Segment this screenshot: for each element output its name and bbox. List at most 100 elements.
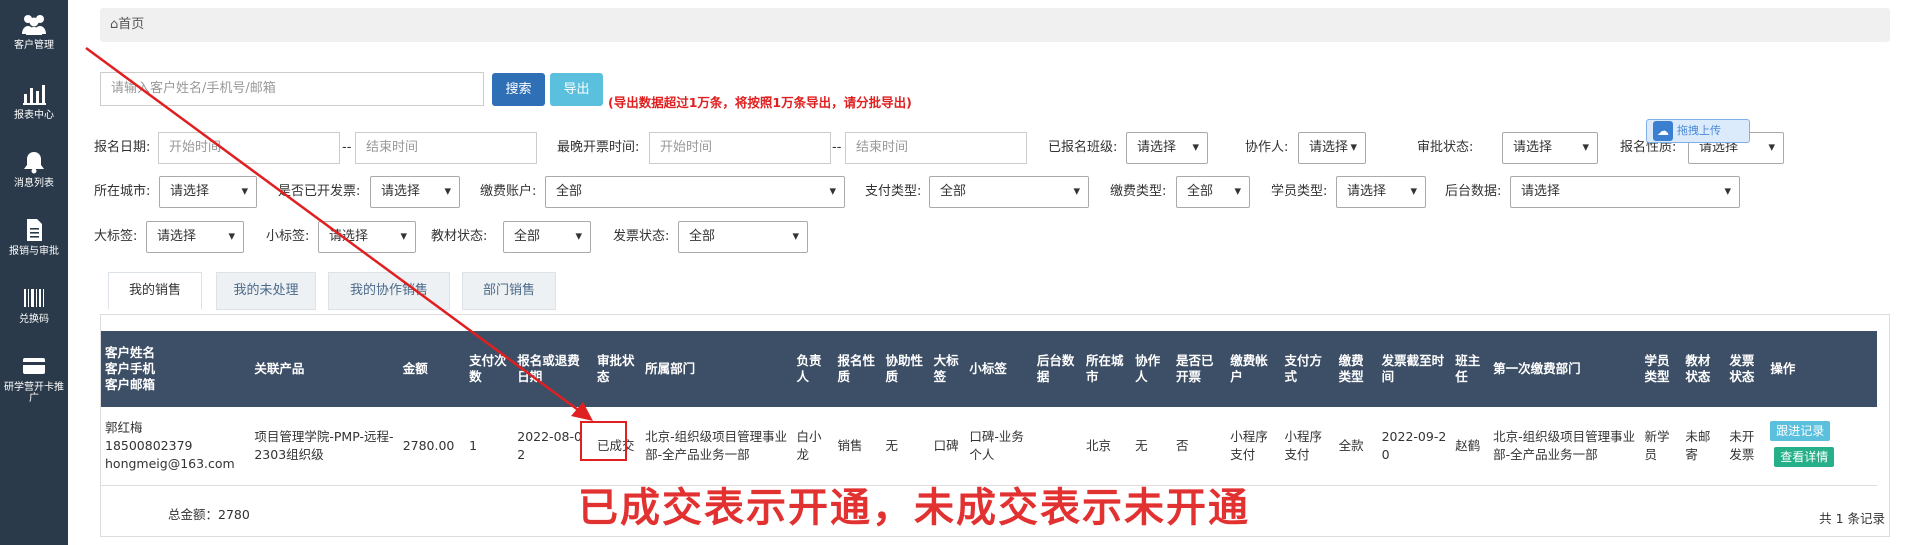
search-button[interactable]: 搜索 [492,73,545,106]
cell-backend [1033,407,1082,485]
material-status-label: 教材状态: [431,229,488,244]
record-count: 共 1 条记录 [1819,511,1885,526]
breadcrumb-home[interactable]: 首页 [118,17,144,32]
nav-label: 报销与审批 [9,246,59,257]
fee-type-select[interactable]: 全部 [1176,176,1250,208]
th-signup-nature: 报名性质 [837,353,875,384]
table-row: 郭红梅 18500802379 hongmeig@163.com 项目管理学院-… [101,407,1877,485]
signed-class-select[interactable]: 请选择 [1126,132,1208,164]
cell-student-type: 新学员 [1644,428,1670,462]
th-customer: 客户姓名 客户手机 客户邮箱 [105,345,156,392]
follow-record-button[interactable]: 跟进记录 [1770,420,1831,441]
tab-dept-sales[interactable]: 部门销售 [462,272,556,310]
cell-account: 小程序支付 [1230,428,1268,462]
cell-signup-nature: 销售 [837,437,863,453]
payment-type-select[interactable]: 全部 [929,176,1089,208]
cell-fee-type: 全款 [1338,437,1364,453]
cell-amount: 2780.00 [402,437,455,453]
th-amount: 金额 [402,361,428,376]
th-invoiced: 是否已开票 [1176,353,1214,384]
cell-customer: 郭红梅 18500802379 hongmeig@163.com [105,419,235,471]
student-type-label: 学员类型: [1271,184,1328,199]
cell-assist-nature: 无 [885,437,899,453]
th-small-tag: 小标签 [969,361,1007,376]
upload-label: 拖拽上传 [1677,124,1721,137]
range-dash: -- [342,140,352,155]
invoice-status-select[interactable]: 全部 [678,221,808,253]
sidebar: 客户管理 报表中心 消息列表 报销与审批 兑换码 研学营开卡推广 [0,0,68,545]
invoiced-label: 是否已开发票: [278,184,361,199]
breadcrumb: ⌂首页 [100,8,1890,42]
nav-label: 兑换码 [19,314,49,325]
nav-study-camp-card[interactable]: 研学营开卡推广 [0,354,68,404]
th-dept: 所属部门 [645,361,696,376]
cell-pay-count: 1 [469,437,478,453]
big-tag-label: 大标签: [94,229,138,244]
bell-icon [24,152,44,174]
nav-label: 研学营开卡推广 [4,382,64,404]
material-status-select[interactable]: 全部 [503,221,591,253]
table-header-row: 客户姓名 客户手机 客户邮箱 关联产品 金额 支付次数 报名或退费日期 审批状态… [101,331,1877,407]
th-pay-method: 支付方式 [1284,353,1322,384]
view-detail-button[interactable]: 查看详情 [1774,446,1835,467]
th-pay-count: 支付次数 [469,353,507,384]
backend-data-select[interactable]: 请选择 [1510,176,1740,208]
total-amount: 总金额：2780 [168,507,250,522]
export-button[interactable]: 导出 [550,73,603,106]
cell-dept: 北京-组织级项目管理事业部-全产品业务一部 [645,428,788,462]
signup-start-input[interactable]: 开始时间 [158,132,340,164]
invoiced-select[interactable]: 请选择 [370,176,460,208]
payment-account-select[interactable]: 全部 [545,176,845,208]
small-tag-select[interactable]: 请选择 [318,221,416,253]
signed-class-label: 已报名班级: [1048,140,1118,155]
cell-invoice-status: 未开发票 [1729,428,1755,462]
th-invoice-status: 发票状态 [1729,353,1755,384]
signup-date-label: 报名日期: [94,140,151,155]
invoice-end-input[interactable]: 结束时间 [845,132,1027,164]
th-first-pay-dept: 第一次缴费部门 [1493,361,1581,376]
approval-status-select[interactable]: 请选择 [1502,132,1598,164]
cell-invoice-deadline: 2022-09-20 [1381,428,1447,462]
tab-my-collab-sales[interactable]: 我的协作销售 [328,272,450,310]
cell-actions: 跟进记录 查看详情 [1766,407,1877,485]
nav-customer-management[interactable]: 客户管理 [0,12,68,51]
th-approval: 审批状态 [597,353,635,384]
nav-redeem-code[interactable]: 兑换码 [0,286,68,325]
main-content: ⌂首页 请输入客户姓名/手机号/邮箱 搜索 导出 (导出数据超过1万条，将按照1… [68,0,1905,545]
th-backend: 后台数据 [1036,353,1075,384]
backend-data-label: 后台数据: [1445,184,1502,199]
th-collaborator: 协作人 [1135,353,1161,384]
th-assist-nature: 协助性质 [885,353,924,384]
cell-head-teacher: 赵鹤 [1455,437,1481,453]
cell-owner: 白小龙 [796,428,822,462]
th-owner: 负责人 [796,353,822,384]
cell-pay-method: 小程序支付 [1284,428,1322,462]
signup-end-input[interactable]: 结束时间 [355,132,537,164]
big-tag-select[interactable]: 请选择 [146,221,244,253]
city-select[interactable]: 请选择 [159,176,257,208]
collaborator-select[interactable]: 请选择 [1298,132,1366,164]
cell-first-pay-dept: 北京-组织级项目管理事业部-全产品业务一部 [1493,428,1636,462]
tab-my-unprocessed[interactable]: 我的未处理 [216,272,316,310]
student-type-select[interactable]: 请选择 [1336,176,1426,208]
th-invoice-deadline: 发票截至时间 [1381,353,1445,384]
sales-table: 客户姓名 客户手机 客户邮箱 关联产品 金额 支付次数 报名或退费日期 审批状态… [101,331,1877,486]
nav-reimbursement[interactable]: 报销与审批 [0,218,68,257]
invoice-start-input[interactable]: 开始时间 [649,132,831,164]
document-icon [27,219,42,241]
fee-type-label: 缴费类型: [1110,184,1167,199]
tab-my-sales[interactable]: 我的销售 [108,272,202,310]
search-input[interactable]: 请输入客户姓名/手机号/邮箱 [100,72,484,106]
th-student-type: 学员类型 [1644,353,1670,384]
cell-invoiced: 否 [1176,437,1189,453]
nav-report-center[interactable]: 报表中心 [0,82,68,121]
th-head-teacher: 班主任 [1455,353,1481,384]
nav-label: 消息列表 [14,178,54,189]
nav-messages[interactable]: 消息列表 [0,150,68,189]
drag-upload-button[interactable]: ☁ 拖拽上传 [1646,119,1750,143]
th-material-status: 教材状态 [1685,353,1711,384]
th-product: 关联产品 [254,361,305,376]
payment-type-label: 支付类型: [865,184,922,199]
th-fee-type: 缴费类型 [1338,353,1364,384]
small-tag-label: 小标签: [266,229,310,244]
